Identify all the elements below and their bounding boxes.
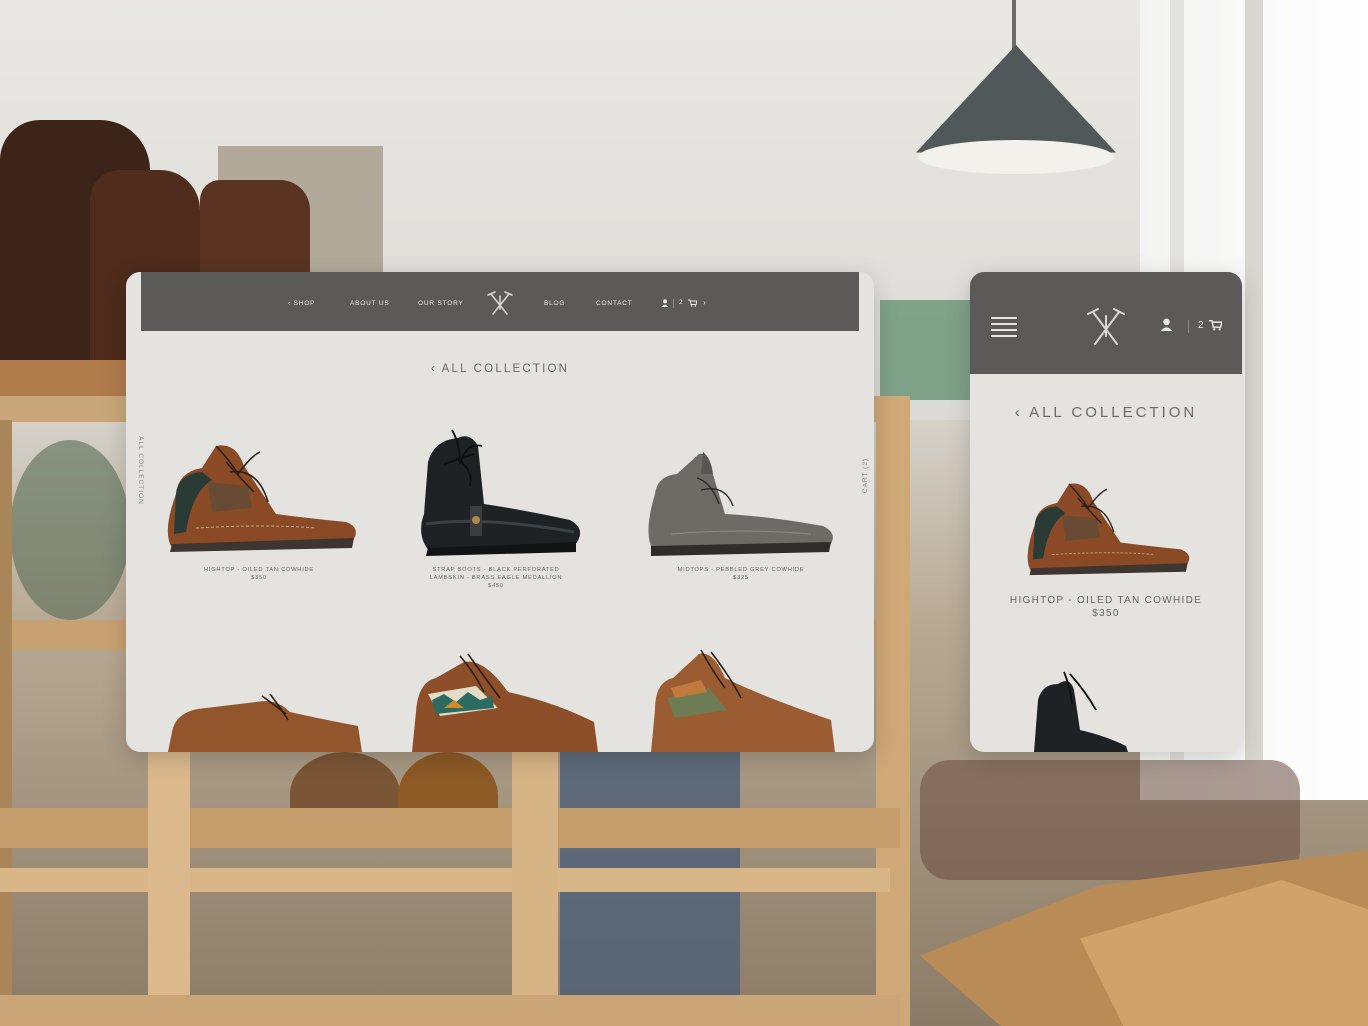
product-image-strap-boot-black[interactable]: [1030, 670, 1130, 752]
nav-shop-link[interactable]: ‹ SHOP: [288, 300, 315, 307]
user-icon[interactable]: [661, 299, 669, 307]
nav-cart-count[interactable]: 2: [679, 299, 683, 306]
mobile-site-preview: 2 ‹ ALL COLLECTION HIGHTOP - OILED TAN C…: [970, 272, 1242, 752]
logo-crossed-hammers-icon[interactable]: [485, 290, 515, 316]
product-image-boat-shoe-green[interactable]: [641, 648, 837, 752]
product-image-boat-shoe-pattern[interactable]: [404, 652, 600, 752]
user-icon[interactable]: [1160, 318, 1173, 331]
nav-blog-link[interactable]: BLOG: [544, 300, 565, 307]
desktop-nav-bar: ‹ SHOP ABOUT US OUR STORY BLOG CONTACT 2…: [141, 272, 859, 331]
product-price: $350: [1092, 608, 1120, 619]
collection-title[interactable]: ‹ ALL COLLECTION: [126, 363, 874, 375]
product-name[interactable]: HIGHTOP - OILED TAN COWHIDE: [970, 595, 1242, 606]
product-image-midtop-grey[interactable]: [641, 444, 841, 560]
product-image-boat-shoe-tan[interactable]: [166, 692, 366, 752]
hamburger-menu-icon[interactable]: [991, 317, 1017, 339]
cart-icon[interactable]: [1209, 319, 1222, 331]
logo-crossed-hammers-icon[interactable]: [1084, 306, 1128, 348]
product-image-hightop-tan[interactable]: [156, 432, 362, 560]
product-price: $450: [488, 583, 504, 589]
nav-divider: [1188, 320, 1189, 333]
product-name[interactable]: MIDTOPS - PEBBLED GREY COWHIDE: [636, 566, 846, 574]
product-card[interactable]: HIGHTOP - OILED TAN COWHIDE $350: [970, 472, 1242, 619]
product-name[interactable]: HIGHTOP - OILED TAN COWHIDE: [154, 566, 364, 574]
side-label-all-collection[interactable]: ALL COLLECTION: [137, 436, 144, 505]
desktop-site-preview: ‹ SHOP ABOUT US OUR STORY BLOG CONTACT 2…: [126, 272, 874, 752]
product-card[interactable]: HIGHTOP - OILED TAN COWHIDE $350: [154, 432, 364, 582]
product-card[interactable]: MIDTOPS - PEBBLED GREY COWHIDE $325: [636, 444, 846, 582]
mobile-nav-bar: 2: [970, 272, 1242, 374]
product-name[interactable]: STRAP BOOTS - BLACK PERFORATED LAMBSKIN …: [391, 566, 601, 582]
product-price: $325: [733, 575, 749, 581]
nav-divider: [673, 299, 674, 308]
nav-contact-link[interactable]: CONTACT: [596, 300, 633, 307]
side-label-cart[interactable]: CART (2): [862, 458, 869, 493]
chevron-right-icon[interactable]: ›: [703, 298, 706, 307]
product-price: $350: [251, 575, 267, 581]
product-image-strap-boot-black[interactable]: [404, 424, 588, 560]
nav-about-link[interactable]: ABOUT US: [350, 300, 390, 307]
collection-title[interactable]: ‹ ALL COLLECTION: [970, 404, 1242, 421]
nav-story-link[interactable]: OUR STORY: [418, 300, 464, 307]
cart-icon[interactable]: [688, 299, 697, 307]
product-image-hightop-tan[interactable]: [1016, 472, 1196, 582]
cart-count[interactable]: 2: [1198, 320, 1204, 331]
product-card[interactable]: STRAP BOOTS - BLACK PERFORATED LAMBSKIN …: [391, 424, 601, 590]
